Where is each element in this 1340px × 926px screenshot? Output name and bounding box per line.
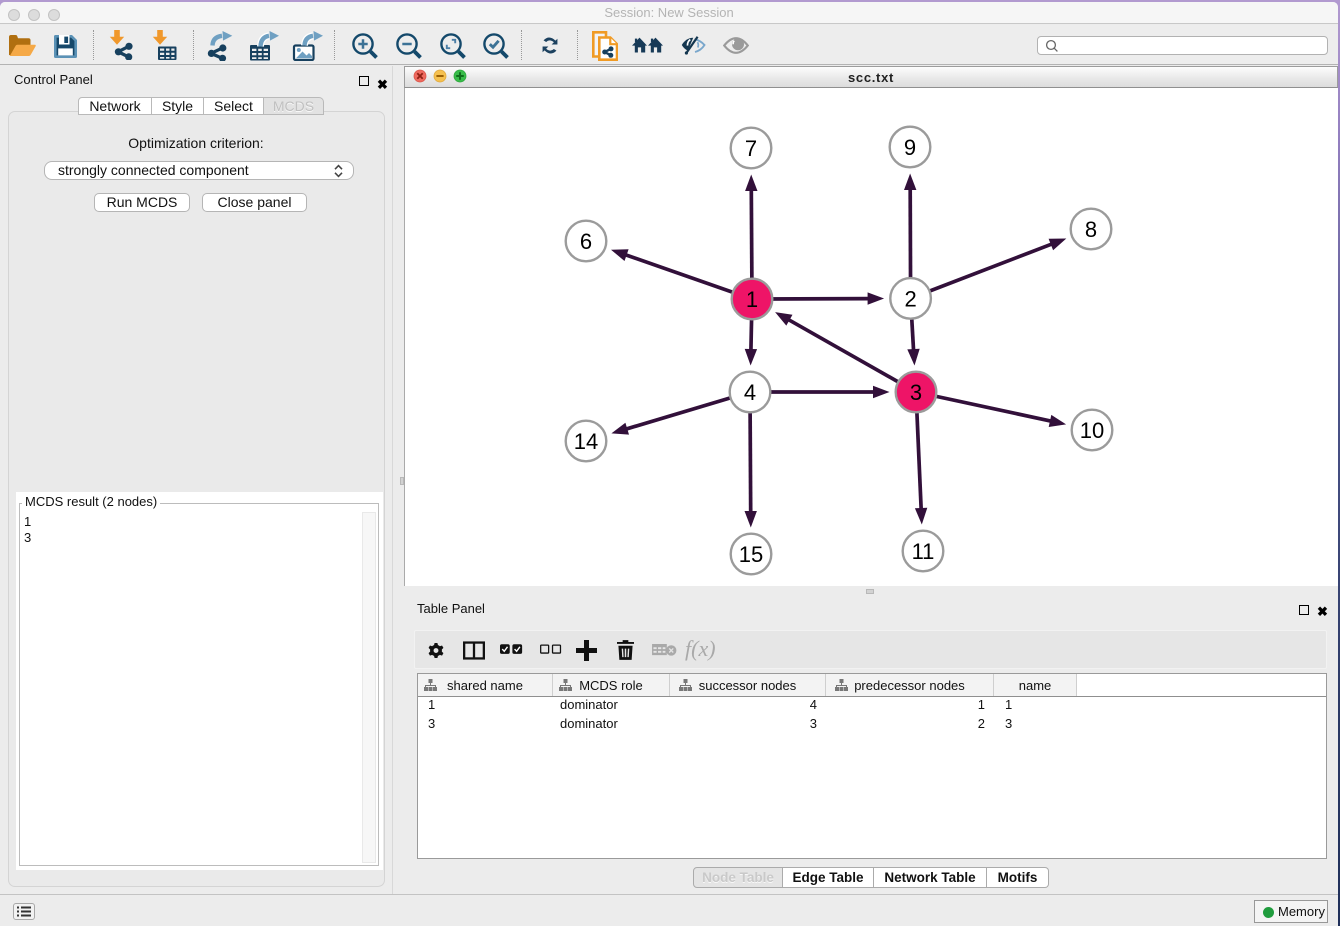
- svg-text:2: 2: [904, 286, 916, 311]
- svg-text:8: 8: [1085, 217, 1097, 242]
- svg-text:15: 15: [739, 542, 763, 567]
- svg-text:4: 4: [744, 380, 756, 405]
- svg-text:10: 10: [1080, 418, 1104, 443]
- svg-text:11: 11: [912, 539, 935, 564]
- svg-text:6: 6: [580, 229, 592, 254]
- svg-text:3: 3: [910, 380, 922, 405]
- svg-text:1: 1: [746, 287, 758, 312]
- svg-text:9: 9: [904, 135, 916, 160]
- svg-text:7: 7: [745, 136, 757, 161]
- svg-text:14: 14: [574, 429, 598, 454]
